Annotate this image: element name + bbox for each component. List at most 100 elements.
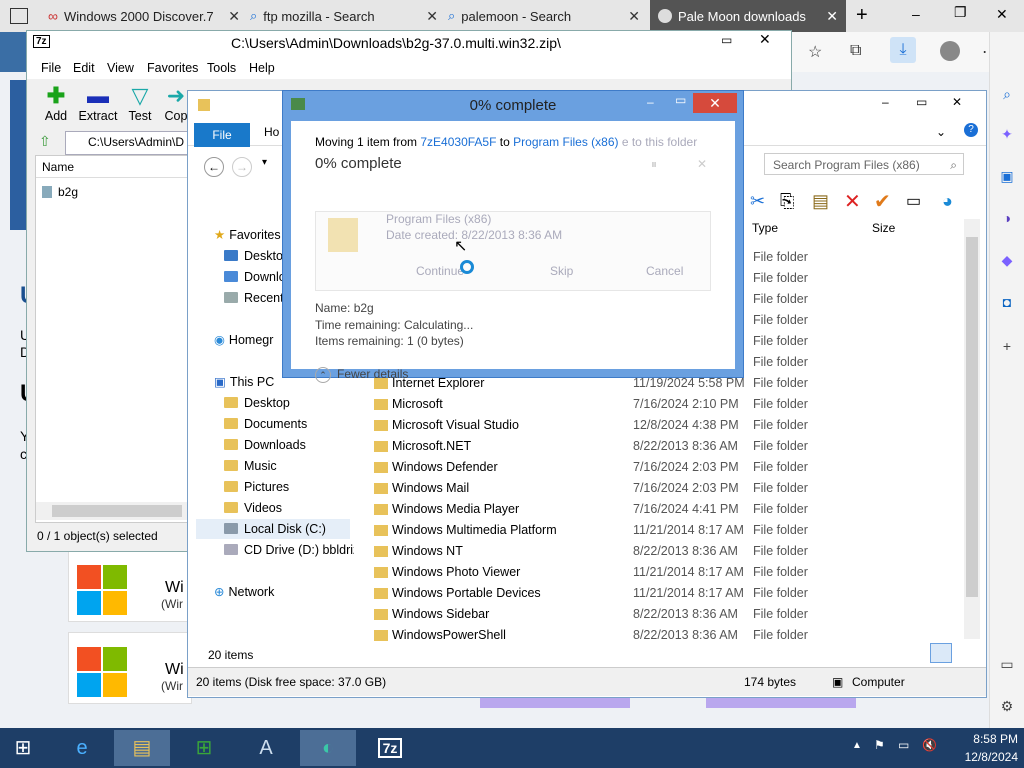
games-icon[interactable]: ◑ xyxy=(999,210,1015,226)
table-row[interactable]: Windows Photo Viewer 11/21/2014 8:17 AM Fi… xyxy=(368,562,968,583)
table-row[interactable]: Windows Mail 7/16/2024 2:03 PM File folder xyxy=(368,478,968,499)
close-icon[interactable]: ✕ xyxy=(426,8,438,25)
tree-item-recent[interactable]: Recent xyxy=(224,288,284,308)
tab-pale-moon-downloads[interactable]: Pale Moon downloads ✕ xyxy=(650,0,846,32)
tree-item-downloads[interactable]: Downloads xyxy=(224,435,306,455)
column-header-name[interactable]: Name xyxy=(36,156,188,178)
menu-file[interactable]: File xyxy=(41,61,61,75)
continue-button[interactable]: Continue xyxy=(416,264,464,278)
maximize-button[interactable]: ❐ xyxy=(954,4,967,21)
help-icon[interactable]: ? xyxy=(964,123,978,137)
tree-item-documents[interactable]: Documents xyxy=(224,414,307,434)
minimize-button[interactable]: – xyxy=(912,6,920,22)
column-header-type[interactable]: Type xyxy=(752,221,778,235)
fewer-details-button[interactable]: ⌃ Fewer details xyxy=(315,367,408,383)
shopping-icon[interactable]: ▣ xyxy=(999,168,1015,184)
network-icon[interactable]: ▭ xyxy=(898,738,909,752)
close-icon[interactable]: ✕ xyxy=(952,95,962,109)
skip-button[interactable]: Skip xyxy=(550,264,573,278)
settings-gear-icon[interactable]: ⚙ xyxy=(999,698,1015,714)
source-link[interactable]: 7zE4030FA5F xyxy=(420,135,496,149)
tree-favorites[interactable]: ★ Favorites xyxy=(214,225,281,245)
vertical-scrollbar[interactable] xyxy=(964,219,980,639)
maximize-button[interactable]: ▭ xyxy=(675,93,686,107)
tools-icon[interactable]: ◆ xyxy=(999,252,1015,268)
profile-avatar[interactable] xyxy=(940,41,960,61)
tree-network[interactable]: ⊕ Network xyxy=(214,582,274,602)
table-row[interactable]: Windows Portable Devices 11/21/2014 8:17 … xyxy=(368,583,968,604)
win-card[interactable]: Wi (Wir xyxy=(68,550,192,622)
tree-item-downloads[interactable]: Downlo xyxy=(224,267,286,287)
tab-palemoon-search[interactable]: ⌕ palemoon - Search ✕ xyxy=(448,0,648,32)
tree-this-pc[interactable]: ▣ This PC xyxy=(214,372,274,392)
ribbon-file-tab[interactable]: File xyxy=(194,123,250,147)
add-button[interactable]: ✚ Add xyxy=(35,83,77,123)
menu-help[interactable]: Help xyxy=(249,61,275,75)
taskbar-7zip[interactable]: 7z xyxy=(362,730,418,766)
tree-item-cd-drive[interactable]: CD Drive (D:) bbldriz xyxy=(224,540,354,560)
destination-link[interactable]: Program Files (x86) xyxy=(513,135,618,149)
copy-icon[interactable]: ⎘ xyxy=(780,191,794,212)
cut-icon[interactable]: ✂ xyxy=(750,191,765,212)
extract-button[interactable]: ▬ Extract xyxy=(77,83,119,123)
page-button[interactable] xyxy=(480,698,630,708)
table-row[interactable]: Microsoft Visual Studio 12/8/2024 4:38 PM… xyxy=(368,415,968,436)
outlook-icon[interactable]: ◘ xyxy=(999,294,1015,310)
pause-icon[interactable]: ⏸ xyxy=(651,157,657,172)
paste-icon[interactable]: ▤ xyxy=(812,191,829,212)
tree-item-pictures[interactable]: Pictures xyxy=(224,477,289,497)
up-folder-icon[interactable]: ⇧ xyxy=(39,133,51,150)
volume-icon[interactable]: 🔇 xyxy=(922,738,937,752)
taskbar-wordpad[interactable]: A xyxy=(238,730,294,766)
details-view-button[interactable] xyxy=(930,643,952,663)
table-row[interactable]: Windows Multimedia Platform 11/21/2014 8:… xyxy=(368,520,968,541)
table-row[interactable]: Windows Sidebar 8/22/2013 8:36 AM File fol… xyxy=(368,604,968,625)
sidebar-toggle-icon[interactable]: ▭ xyxy=(999,656,1015,672)
test-button[interactable]: ▽ Test xyxy=(119,83,161,123)
menu-tools[interactable]: Tools xyxy=(207,61,236,75)
large-icons-view-button[interactable] xyxy=(956,643,974,661)
column-header-size[interactable]: Size xyxy=(872,221,895,235)
rename-icon[interactable]: ✔ xyxy=(874,189,891,214)
share-icon[interactable]: ◕ xyxy=(942,191,953,212)
add-icon[interactable]: + xyxy=(999,338,1015,354)
tab-home[interactable]: Ho xyxy=(264,125,279,139)
back-button[interactable]: ← xyxy=(204,157,224,177)
minimize-button[interactable]: ▭ xyxy=(721,33,732,47)
tree-item-desktop[interactable]: Deskto xyxy=(224,246,283,266)
cancel-icon[interactable]: ✕ xyxy=(697,157,707,171)
favorites-star-icon[interactable]: ☆ xyxy=(808,42,822,62)
minimize-button[interactable]: – xyxy=(647,95,654,109)
table-row[interactable]: WindowsPowerShell 8/22/2013 8:36 AM File f… xyxy=(368,625,968,646)
tree-homegroup[interactable]: ◉ Homegr xyxy=(214,330,273,350)
menu-edit[interactable]: Edit xyxy=(73,61,95,75)
table-row[interactable]: Microsoft.NET 8/22/2013 8:36 AM File folde… xyxy=(368,436,968,457)
clock-time[interactable]: 8:58 PM xyxy=(948,732,1018,746)
win-card[interactable]: Wi (Wir xyxy=(68,632,192,704)
table-row[interactable]: Windows Defender 7/16/2024 2:03 PM File fo… xyxy=(368,457,968,478)
page-button[interactable] xyxy=(706,698,856,708)
start-button[interactable]: ⊞ xyxy=(0,730,46,766)
table-row[interactable]: Windows NT 8/22/2013 8:36 AM File folder xyxy=(368,541,968,562)
menu-favorites[interactable]: Favorites xyxy=(147,61,198,75)
delete-icon[interactable]: ✕ xyxy=(844,189,861,214)
chevron-down-icon[interactable]: ⌄ xyxy=(936,125,946,139)
table-row[interactable]: Microsoft 7/16/2024 2:10 PM File folder xyxy=(368,394,968,415)
clock-date[interactable]: 12/8/2024 xyxy=(948,750,1018,764)
close-icon[interactable]: ✕ xyxy=(759,31,771,48)
downloads-icon[interactable]: ⤓ xyxy=(890,37,916,63)
tray-overflow-icon[interactable]: ▲ xyxy=(852,740,862,751)
search-input[interactable]: Search Program Files (x86) ⌕ xyxy=(764,153,964,175)
horizontal-scrollbar[interactable] xyxy=(36,502,188,520)
cancel-button[interactable]: Cancel xyxy=(646,264,683,278)
new-tab-button[interactable]: + xyxy=(856,4,868,27)
tree-item-local-disk[interactable]: Local Disk (C:) xyxy=(196,519,350,539)
tab-windows-2000[interactable]: ∞ Windows 2000 Discover.7 ✕ xyxy=(48,0,248,32)
scrollbar-thumb[interactable] xyxy=(966,237,978,597)
copilot-icon[interactable]: ✦ xyxy=(999,126,1015,142)
search-icon[interactable]: ⌕ xyxy=(999,86,1015,102)
tree-item-desktop[interactable]: Desktop xyxy=(224,393,290,413)
dialog-close-button[interactable]: ✕ xyxy=(693,93,737,113)
address-field[interactable]: C:\Users\Admin\D xyxy=(65,131,189,155)
maximize-button[interactable]: ▭ xyxy=(916,95,927,109)
